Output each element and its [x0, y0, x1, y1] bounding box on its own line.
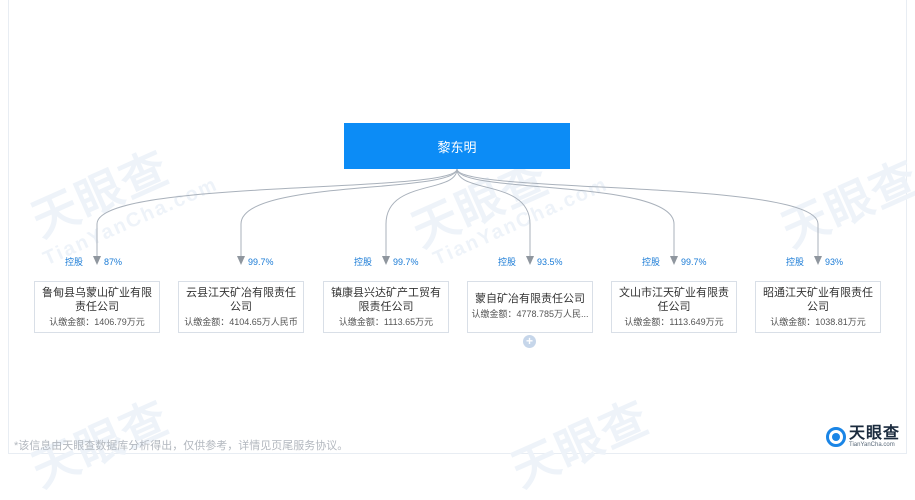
arrow-down-icon — [814, 256, 822, 265]
company-capital: 认缴金额：1113.65万元 — [338, 317, 434, 327]
company-node[interactable]: 鲁甸县乌蒙山矿业有限责任公司认缴金额：1406.79万元 — [34, 281, 160, 333]
company-name: 镇康县兴达矿产工贸有限责任公司 — [331, 287, 441, 313]
company-capital: 认缴金额：4778.785万人民... — [471, 309, 589, 319]
share-percent: 87% — [104, 257, 123, 267]
company-name: 昭通江天矿业有限责任公司 — [763, 287, 873, 313]
holding-tag: 控股 — [786, 257, 805, 267]
equity-diagram: 天眼查 TianYanCha.com 天眼查 TianYanCha.com 天眼… — [0, 0, 915, 497]
company-name: 蒙自矿冶有限责任公司 — [475, 293, 585, 305]
tianyancha-logo: 天眼查 TianYanCha.com — [826, 425, 900, 449]
arrow-down-icon — [670, 256, 678, 265]
share-percent: 99.7% — [248, 257, 274, 267]
company-capital: 认缴金额：1113.649万元 — [624, 317, 724, 327]
company-capital: 认缴金额：4104.65万人民币 — [184, 317, 298, 327]
arrow-down-icon — [382, 256, 390, 265]
company-node[interactable]: 镇康县兴达矿产工贸有限责任公司认缴金额：1113.65万元 — [323, 281, 449, 333]
share-percent: 93% — [825, 257, 844, 267]
company-capital: 认缴金额：1406.79万元 — [49, 317, 145, 327]
share-percent: 99.7% — [681, 257, 707, 267]
company-node[interactable]: 云县江天矿冶有限责任公司认缴金额：4104.65万人民币 — [178, 281, 304, 333]
share-percent: 99.7% — [393, 257, 419, 267]
root-person-node[interactable]: 黎东明 — [344, 123, 570, 169]
link-curve — [456, 168, 675, 256]
share-percent: 93.5% — [537, 257, 563, 267]
company-name: 云县江天矿冶有限责任公司 — [186, 287, 296, 313]
link-curve — [240, 168, 458, 256]
company-node[interactable]: 文山市江天矿业有限责任公司认缴金额：1113.649万元 — [611, 281, 737, 333]
root-person-name: 黎东明 — [437, 139, 477, 155]
company-name: 文山市江天矿业有限责任公司 — [619, 287, 729, 313]
footnote: *该信息由天眼查数据库分析得出，仅供参考，详情见页尾服务协议。 — [14, 440, 349, 452]
company-node[interactable]: 蒙自矿冶有限责任公司 认缴金额：4778.785万人民... — [467, 281, 593, 333]
holding-tag: 控股 — [498, 257, 517, 267]
holding-tag: 控股 — [642, 257, 661, 267]
company-capital: 认缴金额：1038.81万元 — [770, 317, 866, 327]
arrow-down-icon — [237, 256, 245, 265]
holding-tag: 控股 — [65, 257, 84, 267]
expand-plus-icon[interactable]: + — [523, 335, 536, 348]
logo-text-cn: 天眼查 — [849, 425, 901, 442]
company-name: 鲁甸县乌蒙山矿业有限责任公司 — [42, 287, 152, 313]
arrow-down-icon — [526, 256, 534, 265]
arrow-down-icon — [93, 256, 101, 265]
link-curve — [456, 168, 819, 256]
link-curve — [96, 168, 458, 256]
holding-tag: 控股 — [354, 257, 373, 267]
link-lines — [93, 168, 822, 265]
logo-text-en: TianYanCha.com — [849, 442, 895, 448]
company-node[interactable]: 昭通江天矿业有限责任公司认缴金额：1038.81万元 — [755, 281, 881, 333]
eye-logo-icon — [826, 427, 846, 447]
